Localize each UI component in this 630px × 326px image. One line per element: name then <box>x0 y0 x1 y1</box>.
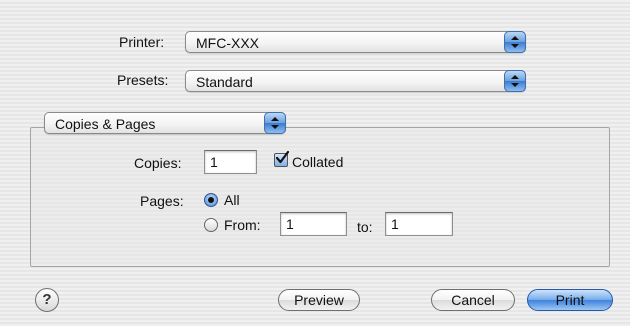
copies-label: Copies: <box>134 155 182 171</box>
presets-stepper-icon <box>504 70 526 92</box>
print-button[interactable]: Print <box>527 289 613 311</box>
panel-popup[interactable]: Copies & Pages <box>44 112 286 134</box>
pages-to-input[interactable]: 1 <box>385 212 453 236</box>
presets-popup[interactable]: Standard <box>185 70 526 92</box>
printer-popup[interactable]: MFC-XXX <box>185 31 526 53</box>
collated-checkbox[interactable] <box>274 150 290 167</box>
printer-value: MFC-XXX <box>196 35 259 51</box>
pages-from-input[interactable]: 1 <box>280 212 347 236</box>
copies-input[interactable]: 1 <box>204 150 257 174</box>
printer-label: Printer: <box>119 34 165 50</box>
pages-to-label: to: <box>357 219 373 235</box>
preview-button[interactable]: Preview <box>278 289 360 311</box>
printer-stepper-icon <box>504 31 526 53</box>
pages-all-radio[interactable] <box>204 193 218 207</box>
presets-label: Presets: <box>117 72 169 88</box>
cancel-button[interactable]: Cancel <box>431 289 515 311</box>
checkmark-icon <box>275 150 290 164</box>
pages-from-label[interactable]: From: <box>224 216 261 234</box>
copies-pages-groupbox <box>30 127 610 267</box>
pages-from-radio[interactable] <box>204 218 218 232</box>
presets-value: Standard <box>196 74 253 90</box>
collated-label[interactable]: Collated <box>292 153 343 171</box>
pages-all-label[interactable]: All <box>224 191 240 209</box>
panel-stepper-icon <box>264 112 286 134</box>
panel-value: Copies & Pages <box>55 116 156 132</box>
help-button[interactable]: ? <box>35 288 59 312</box>
pages-label: Pages: <box>140 193 184 209</box>
